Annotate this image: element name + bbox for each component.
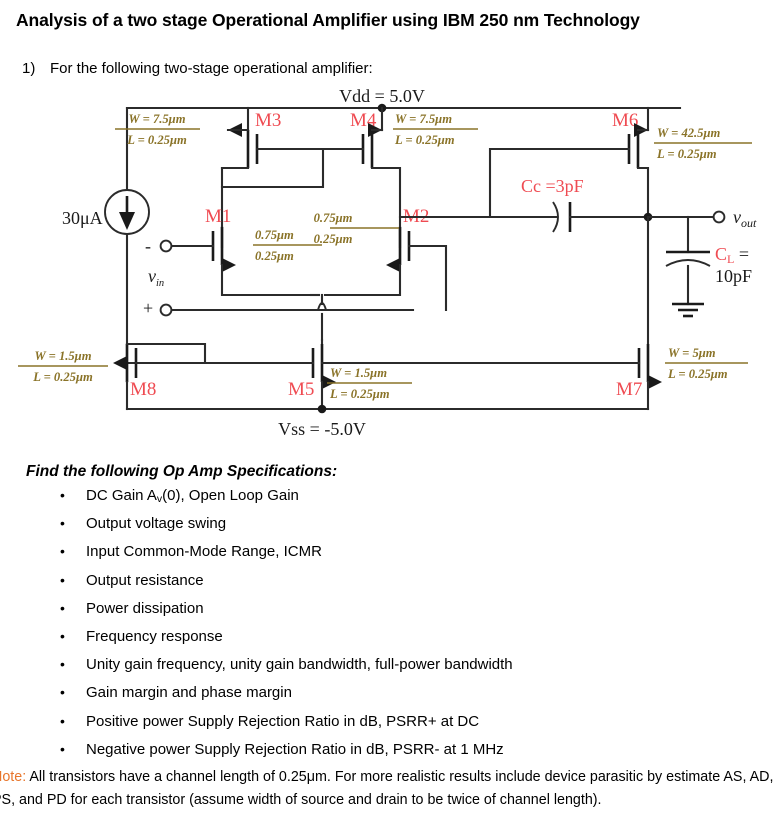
question-text: For the following two-stage operational …	[50, 60, 373, 77]
m6-l-label: L = 0.25μm	[656, 147, 717, 161]
m3-w-label: W = 7.5μm	[129, 112, 186, 126]
m7-l-label: L = 0.25μm	[667, 367, 728, 381]
vin-plus-sign: +	[143, 298, 153, 318]
page-title: Analysis of a two stage Operational Ampl…	[16, 10, 640, 30]
bullet-icon: •	[60, 712, 65, 729]
m7-w-label: W = 5μm	[668, 346, 716, 360]
vin-minus-terminal	[159, 239, 173, 253]
cl-label: CL =	[715, 244, 749, 266]
bullet-icon: •	[60, 656, 65, 673]
m1-l-label: 0.25μm	[255, 249, 294, 263]
bullet-icon: •	[60, 571, 65, 588]
m8-w-label: W = 1.5μm	[35, 349, 92, 363]
list-item: • Frequency response	[60, 628, 760, 656]
opamp-schematic: Vdd = 5.0V 30μA M3 W = 7.5μm L = 0.25μm …	[0, 82, 780, 452]
m3-label: M3	[255, 110, 281, 131]
specs-list: • DC Gain Av(0), Open Loop Gain • Output…	[60, 487, 760, 769]
bullet-icon: •	[60, 684, 65, 701]
note-paragraph: Note: All transistors have a channel len…	[0, 766, 780, 811]
list-item: • Output resistance	[60, 572, 760, 600]
m8-l-label: L = 0.25μm	[32, 370, 93, 384]
spec-text: DC Gain A	[86, 487, 157, 504]
m4-w-label: W = 7.5μm	[395, 112, 452, 126]
m5-label: M5	[288, 379, 314, 400]
spec-text: Power dissipation	[86, 599, 204, 617]
vin-minus-sign: -	[145, 236, 151, 256]
list-item: • DC Gain Av(0), Open Loop Gain	[60, 487, 760, 515]
bullet-icon: •	[60, 515, 65, 532]
m6-w-label: W = 42.5μm	[657, 126, 720, 140]
bullet-icon: •	[60, 627, 65, 644]
vin-plus-terminal	[159, 303, 173, 317]
m1-label: M1	[205, 206, 231, 227]
spec-text-post: (0), Open Loop Gain	[162, 487, 299, 504]
note-body: All transistors have a channel length of…	[0, 769, 774, 808]
list-item: • Gain margin and phase margin	[60, 684, 760, 712]
spec-text: Positive power Supply Rejection Ratio in…	[86, 712, 480, 730]
list-item: • Input Common-Mode Range, ICMR	[60, 543, 760, 571]
bullet-icon: •	[60, 740, 65, 757]
bullet-icon: •	[60, 599, 65, 616]
spec-text: Negative power Supply Rejection Ratio in…	[86, 740, 504, 758]
list-item: • Output voltage swing	[60, 515, 760, 543]
list-item: • Positive power Supply Rejection Ratio …	[60, 713, 760, 741]
vss-label: Vss = -5.0V	[278, 419, 366, 439]
vin-label: vin	[148, 266, 164, 289]
m2-l-label: 0.25μm	[314, 232, 353, 246]
spec-text: Frequency response	[86, 627, 223, 645]
spec-text: Gain margin and phase margin	[86, 684, 292, 702]
note-label: Note:	[0, 769, 27, 785]
bullet-icon: •	[60, 487, 65, 503]
vss-node	[317, 404, 327, 414]
spec-text: Output voltage swing	[86, 515, 227, 533]
m5-l-label: L = 0.25μm	[329, 387, 390, 401]
vout-label: vout	[733, 207, 757, 230]
list-item: • Power dissipation	[60, 600, 760, 628]
m1-w-label: 0.75μm	[255, 228, 294, 242]
vdd-label: Vdd = 5.0V	[339, 86, 425, 106]
vout-terminal	[712, 210, 726, 224]
specs-heading: Find the following Op Amp Specifications…	[26, 463, 338, 480]
m8-label: M8	[130, 379, 156, 400]
m7-label: M7	[616, 379, 642, 400]
cc-label: Cc =3pF	[521, 176, 584, 196]
spec-text: Input Common-Mode Range, ICMR	[86, 543, 322, 561]
m5-w-label: W = 1.5μm	[330, 366, 387, 380]
m3-l-label: L = 0.25μm	[126, 133, 187, 147]
question-number: 1)	[22, 60, 36, 77]
cl-value-label: 10pF	[715, 266, 752, 286]
m2-w-label: 0.75μm	[314, 211, 353, 225]
bias-current-label: 30μA	[62, 208, 103, 228]
spec-text: Output resistance	[86, 571, 204, 589]
spec-text: Unity gain frequency, unity gain bandwid…	[86, 656, 513, 674]
list-item: • Unity gain frequency, unity gain bandw…	[60, 656, 760, 684]
m4-l-label: L = 0.25μm	[394, 133, 455, 147]
bullet-icon: •	[60, 543, 65, 560]
list-item: • Negative power Supply Rejection Ratio …	[60, 741, 760, 769]
